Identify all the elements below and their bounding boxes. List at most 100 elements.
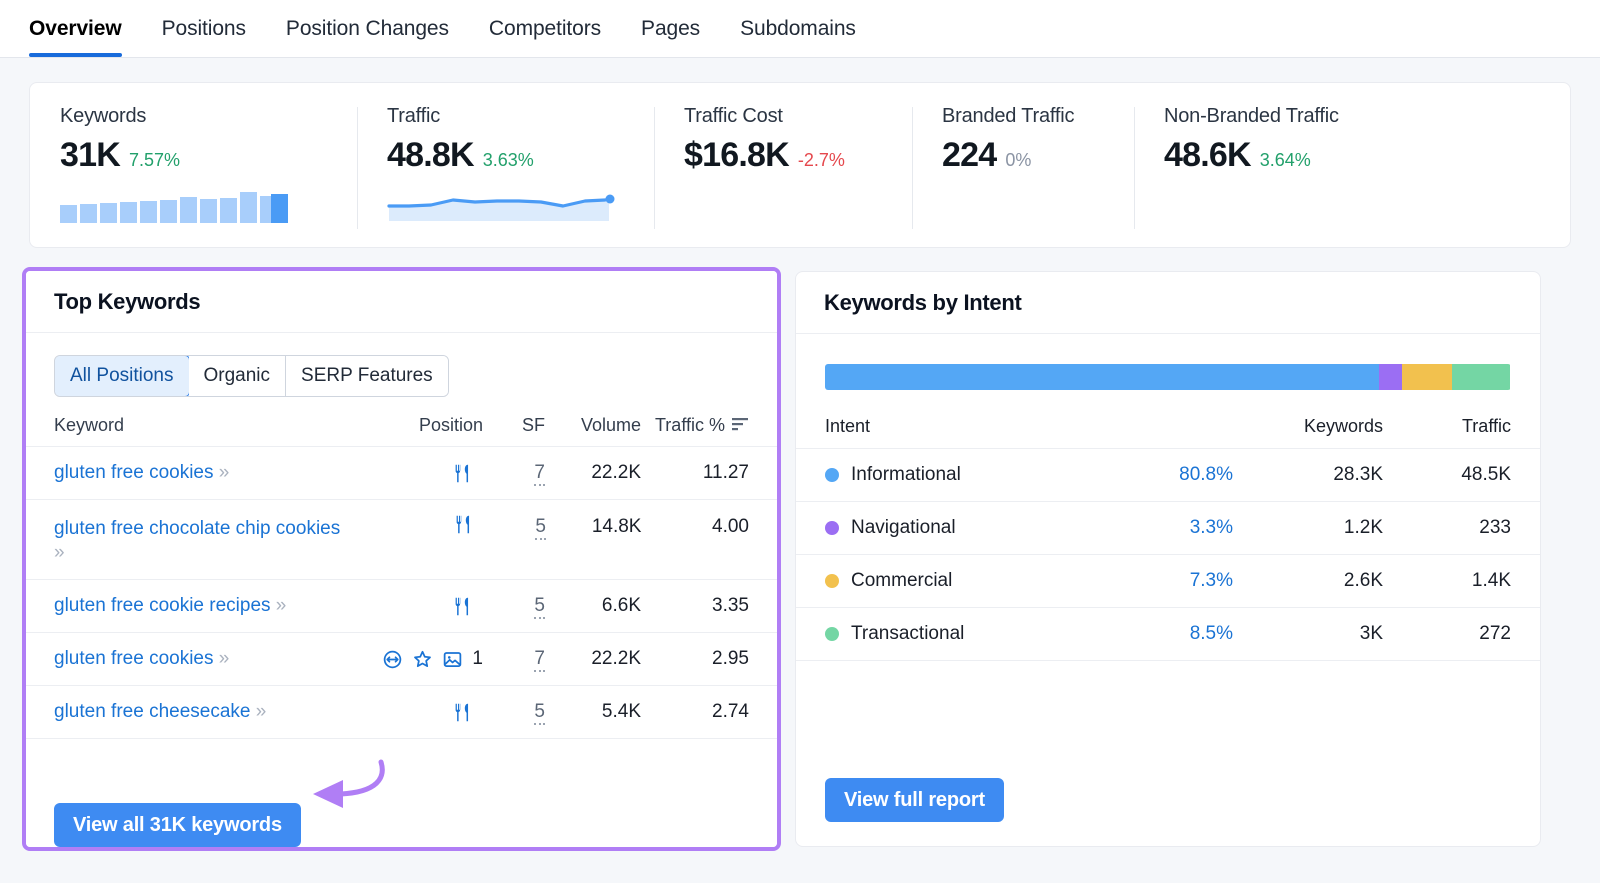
metric-label: Traffic Cost [684, 105, 882, 128]
sf-cell[interactable]: 7 [483, 462, 545, 484]
column-header-traffic: Traffic [1383, 416, 1511, 437]
intent-traffic: 272 [1383, 623, 1511, 645]
intent-row[interactable]: Informational 80.8% 28.3K 48.5K [796, 449, 1540, 502]
intent-percent[interactable]: 3.3% [1063, 517, 1233, 539]
column-header-traffic-percent[interactable]: Traffic % [641, 415, 749, 436]
expand-chevron-icon[interactable]: » [256, 701, 265, 722]
tab-subdomains[interactable]: Subdomains [740, 0, 876, 57]
metric-value: 224 [942, 136, 996, 175]
filter-organic[interactable]: Organic [189, 356, 287, 396]
metric-value: 48.6K [1164, 136, 1251, 175]
sf-value: 5 [534, 595, 545, 619]
metric-delta: -2.7% [798, 150, 845, 171]
intent-traffic: 233 [1383, 517, 1511, 539]
table-row[interactable]: gluten free chocolate chip cookies » 5 1… [26, 500, 777, 580]
metric-non-branded-traffic[interactable]: Non-Branded Traffic 48.6K 3.64% [1134, 105, 1464, 247]
tab-positions[interactable]: Positions [162, 0, 266, 57]
tab-overview[interactable]: Overview [29, 0, 142, 57]
metric-delta: 3.63% [483, 150, 534, 171]
intent-row[interactable]: Navigational 3.3% 1.2K 233 [796, 502, 1540, 555]
filter-serp-features[interactable]: SERP Features [286, 356, 448, 396]
filter-all-positions[interactable]: All Positions [54, 355, 190, 397]
tab-label: Position Changes [286, 17, 449, 41]
column-header-keywords: Keywords [1233, 416, 1383, 437]
position-cell [351, 702, 483, 723]
traffic-percent-cell: 3.35 [641, 595, 749, 617]
position-cell: 1 [351, 648, 483, 670]
keyword-link[interactable]: gluten free chocolate chip cookies [54, 518, 340, 539]
sf-value: 5 [535, 516, 546, 540]
metric-branded-traffic[interactable]: Branded Traffic 224 0% [912, 105, 1134, 247]
intent-table-header-row: Intent Keywords Traffic [796, 390, 1540, 449]
intent-segment-informational[interactable] [825, 364, 1379, 390]
intent-segment-navigational[interactable] [1379, 364, 1402, 390]
metric-keywords[interactable]: Keywords 31K 7.57% [30, 105, 357, 247]
sf-value: 7 [534, 648, 545, 672]
column-header-position[interactable]: Position [351, 415, 483, 436]
column-header-sf[interactable]: SF [483, 415, 545, 436]
restaurant-icon [453, 463, 474, 484]
image-icon [442, 649, 463, 670]
table-row[interactable]: gluten free cheesecake » 5 5.4K 2.74 [26, 686, 777, 739]
tab-label: Pages [641, 17, 700, 41]
intent-percent[interactable]: 8.5% [1063, 623, 1233, 645]
sf-cell[interactable]: 5 [483, 595, 545, 617]
intent-row[interactable]: Transactional 8.5% 3K 272 [796, 608, 1540, 661]
expand-chevron-icon[interactable]: » [54, 542, 63, 563]
star-icon [412, 649, 433, 670]
metric-traffic-cost[interactable]: Traffic Cost $16.8K -2.7% [654, 105, 912, 247]
panel-title: Top Keywords [54, 289, 200, 315]
top-keywords-table: Keyword Position SF Volume Traffic % [26, 415, 777, 783]
view-all-keywords-button[interactable]: View all 31K keywords [54, 803, 301, 847]
table-row[interactable]: gluten free cookies » 7 22.2K 11.27 [26, 447, 777, 500]
metric-value: 48.8K [387, 136, 474, 175]
traffic-area-sparkline [387, 189, 624, 223]
tab-position-changes[interactable]: Position Changes [286, 0, 469, 57]
traffic-percent-cell: 2.95 [641, 648, 749, 670]
restaurant-icon [453, 702, 474, 723]
metrics-summary-card: Keywords 31K 7.57% [29, 82, 1571, 248]
link-icon [382, 649, 403, 670]
view-full-report-button[interactable]: View full report [825, 778, 1004, 822]
intent-color-dot [825, 521, 839, 535]
metric-delta: 0% [1005, 150, 1031, 171]
sort-descending-icon[interactable] [732, 415, 749, 436]
traffic-percent-cell: 2.74 [641, 701, 749, 723]
sf-cell[interactable]: 5 [483, 701, 545, 723]
sf-cell[interactable]: 7 [483, 648, 545, 670]
intent-percent[interactable]: 7.3% [1063, 570, 1233, 592]
keywords-by-intent-header: Keywords by Intent [796, 272, 1540, 334]
restaurant-icon [454, 514, 475, 535]
table-header-row: Keyword Position SF Volume Traffic % [26, 415, 777, 447]
filter-label: All Positions [70, 365, 174, 387]
column-header-keyword[interactable]: Keyword [54, 415, 351, 436]
intent-segment-commercial[interactable] [1402, 364, 1452, 390]
intent-row[interactable]: Commercial 7.3% 2.6K 1.4K [796, 555, 1540, 608]
column-header-intent: Intent [825, 416, 1063, 437]
keyword-link[interactable]: gluten free cookies [54, 648, 214, 669]
intent-segment-transactional[interactable] [1452, 364, 1510, 390]
expand-chevron-icon[interactable]: » [219, 462, 228, 483]
intent-spacer [796, 661, 1540, 778]
keyword-link[interactable]: gluten free cheesecake [54, 701, 250, 722]
keywords-bar-sparkline [60, 189, 327, 223]
table-row[interactable]: gluten free cookies » [26, 633, 777, 686]
tab-competitors[interactable]: Competitors [489, 0, 621, 57]
keyword-cell: gluten free cookie recipes » [54, 592, 351, 620]
sf-cell[interactable]: 5 [484, 516, 546, 538]
column-header-volume[interactable]: Volume [545, 415, 641, 436]
position-filter-group: All Positions Organic SERP Features [54, 355, 449, 397]
keyword-link[interactable]: gluten free cookies [54, 462, 214, 483]
intent-percent[interactable]: 80.8% [1063, 464, 1233, 486]
sf-value: 5 [534, 701, 545, 725]
expand-chevron-icon[interactable]: » [276, 595, 285, 616]
table-row[interactable]: gluten free cookie recipes » 5 6.6K 3 [26, 580, 777, 633]
tab-pages[interactable]: Pages [641, 0, 720, 57]
intent-keywords: 2.6K [1233, 570, 1383, 592]
metric-value: 31K [60, 136, 120, 175]
column-header-label: Traffic % [655, 415, 725, 436]
expand-chevron-icon[interactable]: » [219, 648, 228, 669]
keyword-link[interactable]: gluten free cookie recipes [54, 595, 271, 616]
volume-cell: 22.2K [545, 462, 641, 484]
metric-traffic[interactable]: Traffic 48.8K 3.63% [357, 105, 654, 247]
